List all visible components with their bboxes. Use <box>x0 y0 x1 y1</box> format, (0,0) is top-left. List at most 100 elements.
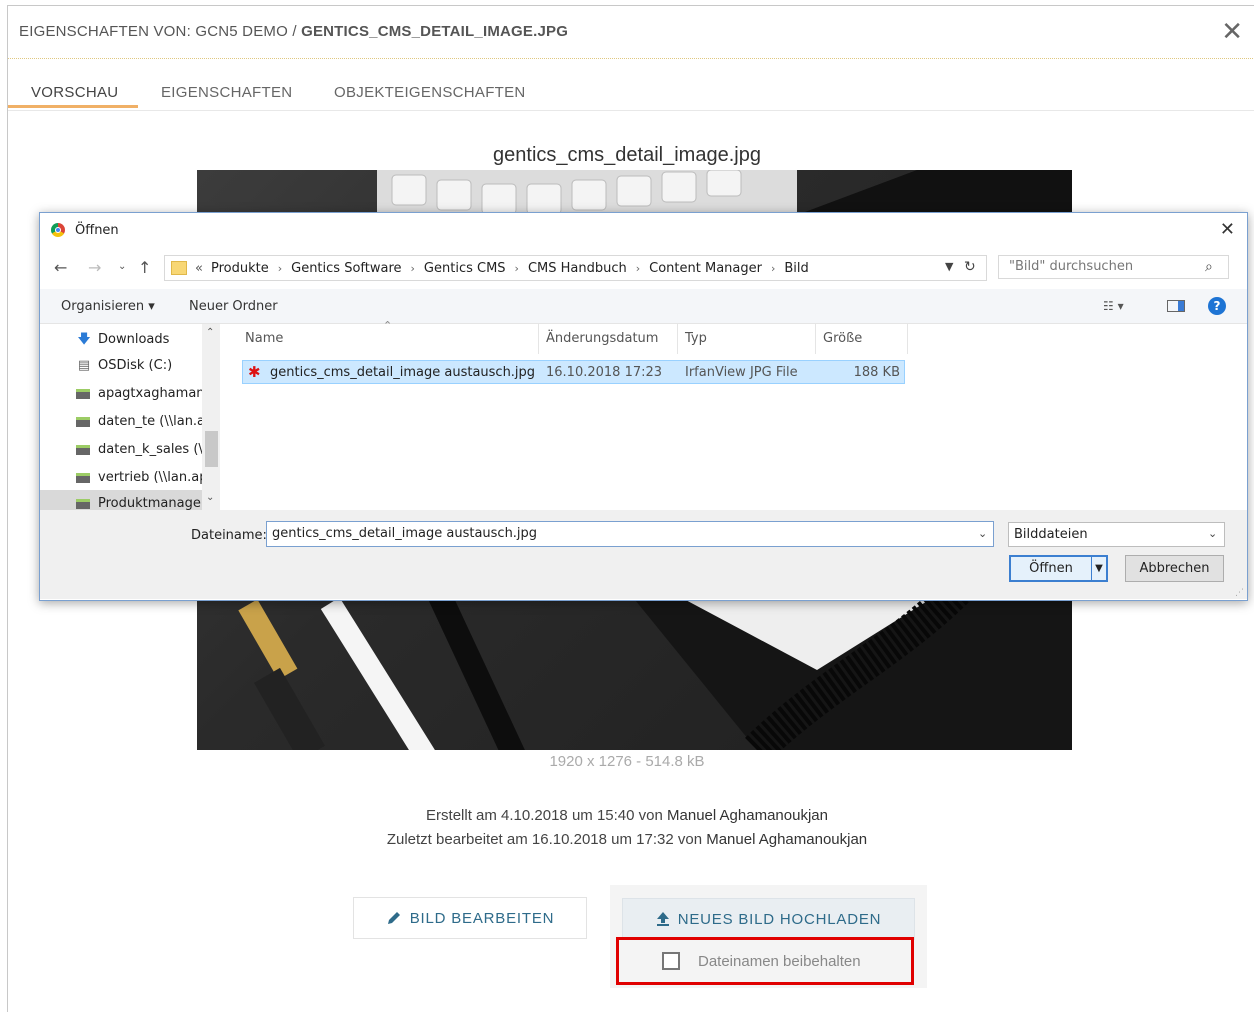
up-arrow-icon[interactable]: ↑ <box>138 258 151 277</box>
network-drive-icon <box>76 388 90 399</box>
column-date[interactable]: Änderungsdatum <box>546 331 658 346</box>
address-dropdown-icon[interactable]: ▼ <box>945 260 953 273</box>
network-drive-icon <box>76 472 90 483</box>
filetype-select[interactable]: Bilddateien <box>1008 522 1225 547</box>
nav-scrollbar[interactable] <box>202 324 220 510</box>
upload-icon <box>656 912 669 926</box>
nav-item-downloads[interactable]: 🡇 Downloads <box>76 330 169 352</box>
nav-item-network-5[interactable]: Produktmanage <box>76 496 201 510</box>
forward-arrow-icon[interactable]: → <box>88 258 101 277</box>
file-date: 16.10.2018 17:23 <box>546 365 663 380</box>
nav-label: daten_k_sales (\\ <box>98 442 208 457</box>
image-title: gentics_cms_detail_image.jpg <box>493 144 761 166</box>
file-type: IrfanView JPG File <box>685 365 798 380</box>
recent-locations-chevron-icon[interactable]: ⌄ <box>118 261 126 272</box>
edited-label: Zuletzt bearbeitet am 16.10.2018 um 17:3… <box>386 831 707 848</box>
chrome-icon <box>51 223 65 237</box>
column-divider[interactable] <box>538 324 539 354</box>
back-arrow-icon[interactable]: ← <box>54 258 67 277</box>
nav-item-network-1[interactable]: apagtxaghaman <box>76 386 205 401</box>
breadcrumb-produkte[interactable]: Produkte <box>211 261 269 276</box>
tab-bar: VORSCHAU EIGENSCHAFTEN OBJEKTEIGENSCHAFT… <box>8 58 1254 111</box>
scroll-up-icon[interactable]: ⌃ <box>206 327 214 338</box>
open-split-arrow-icon[interactable]: ▼ <box>1092 563 1106 574</box>
image-dimensions: 1920 x 1276 - 514.8 kB <box>549 753 705 770</box>
highlight-annotation <box>616 937 914 985</box>
search-input[interactable]: "Bild" durchsuchen <box>998 255 1229 279</box>
disk-icon: ▤ <box>77 358 91 373</box>
pencil-icon <box>387 912 400 924</box>
search-icon[interactable]: ⌕ <box>1205 259 1213 275</box>
open-button-label[interactable]: Öffnen <box>1011 557 1092 580</box>
tab-objekteigenschaften[interactable]: OBJEKTEIGENSCHAFTEN <box>334 84 526 101</box>
scroll-down-icon[interactable]: ⌄ <box>206 492 214 503</box>
breadcrumb-content-manager[interactable]: Content Manager <box>649 261 762 276</box>
open-button[interactable]: Öffnen ▼ <box>1009 555 1108 582</box>
nav-label: OSDisk (C:) <box>98 358 173 373</box>
cancel-button[interactable]: Abbrechen <box>1125 555 1224 582</box>
title-prefix: EIGENSCHAFTEN VON: GCN5 DEMO / <box>19 23 302 40</box>
open-file-dialog: Öffnen ✕ ← → ⌄ ↑ « Produkte › Gentics Sof… <box>39 212 1248 601</box>
dialog-close-icon[interactable]: ✕ <box>1220 219 1235 240</box>
address-bar[interactable]: « Produkte › Gentics Software › Gentics CM… <box>164 255 987 281</box>
nav-item-network-2[interactable]: daten_te (\\lan.a <box>76 414 205 429</box>
network-drive-icon <box>76 444 90 455</box>
column-divider[interactable] <box>677 324 678 354</box>
edit-image-label: BILD BEARBEITEN <box>409 909 555 927</box>
nav-item-osdisk[interactable]: ▤ OSDisk (C:) <box>76 358 172 373</box>
dialog-toolbar: Organisieren ▾ Neuer Ordner <box>40 289 1247 324</box>
nav-label: vertrieb (\\lan.ap <box>98 470 208 485</box>
title-filename: GENTICS_CMS_DETAIL_IMAGE.JPG <box>301 23 569 40</box>
download-arrow-icon: 🡇 <box>77 332 91 347</box>
preview-pane-icon[interactable] <box>1167 300 1185 312</box>
created-label: Erstellt am 4.10.2018 um 15:40 von <box>426 807 668 824</box>
created-info: Erstellt am 4.10.2018 um 15:40 von Manue… <box>0 807 1254 824</box>
created-user: Manuel Aghamanoukjan <box>667 807 828 824</box>
file-size: 188 KB <box>853 365 900 380</box>
breadcrumb-cms-handbuch[interactable]: CMS Handbuch <box>528 261 627 276</box>
dialog-title: Öffnen <box>75 223 119 238</box>
breadcrumb-overflow[interactable]: « <box>195 261 203 276</box>
breadcrumb-gentics-software[interactable]: Gentics Software <box>291 261 401 276</box>
help-icon[interactable]: ? <box>1208 297 1226 315</box>
tab-eigenschaften[interactable]: EIGENSCHAFTEN <box>161 84 292 101</box>
view-options-icon[interactable]: ☷ ▾ <box>1103 299 1124 313</box>
edit-image-button[interactable]: BILD BEARBEITEN <box>353 897 587 939</box>
nav-item-network-4[interactable]: vertrieb (\\lan.ap <box>76 470 207 485</box>
file-name: gentics_cms_detail_image austausch.jpg <box>270 365 536 380</box>
network-drive-icon <box>76 416 90 427</box>
filename-label: Dateiname: <box>191 528 267 543</box>
active-tab-indicator <box>8 105 138 108</box>
edited-info: Zuletzt bearbeitet am 16.10.2018 um 17:3… <box>0 831 1254 848</box>
column-divider[interactable] <box>815 324 816 354</box>
nav-scrollbar-thumb[interactable] <box>205 431 218 467</box>
filename-dropdown-icon[interactable]: ⌄ <box>978 527 987 540</box>
resize-grip-icon[interactable]: ⋰ <box>1235 588 1244 598</box>
organize-button[interactable]: Organisieren ▾ <box>61 299 155 314</box>
file-row[interactable]: ✱ gentics_cms_detail_image austausch.jpg… <box>242 360 905 384</box>
nav-label: daten_te (\\lan.a <box>98 414 206 429</box>
breadcrumb-bild[interactable]: Bild <box>784 261 808 276</box>
new-folder-button[interactable]: Neuer Ordner <box>189 299 278 314</box>
modal-title: EIGENSCHAFTEN VON: GCN5 DEMO / GENTICS_C… <box>19 23 568 40</box>
modal-header: EIGENSCHAFTEN VON: GCN5 DEMO / GENTICS_C… <box>8 6 1254 59</box>
refresh-icon[interactable]: ↻ <box>964 259 976 275</box>
upload-new-image-button[interactable]: NEUES BILD HOCHLADEN <box>622 898 915 940</box>
tab-vorschau[interactable]: VORSCHAU <box>31 84 118 101</box>
column-name[interactable]: Name <box>245 331 283 346</box>
filename-input[interactable]: gentics_cms_detail_image austausch.jpg <box>266 521 994 547</box>
column-type[interactable]: Typ <box>685 331 707 346</box>
column-size[interactable]: Größe <box>823 331 862 346</box>
filetype-dropdown-icon[interactable]: ⌄ <box>1208 527 1217 540</box>
edited-user: Manuel Aghamanoukjan <box>706 831 868 848</box>
folder-icon <box>171 261 187 275</box>
column-divider[interactable] <box>907 324 908 354</box>
nav-label: Produktmanage <box>98 496 201 510</box>
close-icon[interactable]: ✕ <box>1221 18 1243 44</box>
nav-label: Downloads <box>98 332 170 347</box>
navigation-pane: 🡇 Downloads ▤ OSDisk (C:) apagtxaghaman da… <box>40 324 220 510</box>
nav-item-network-3[interactable]: daten_k_sales (\\ <box>76 442 207 457</box>
breadcrumb-gentics-cms[interactable]: Gentics CMS <box>424 261 506 276</box>
sort-indicator-icon: ⌃ <box>383 319 393 332</box>
network-drive-icon <box>76 498 90 509</box>
